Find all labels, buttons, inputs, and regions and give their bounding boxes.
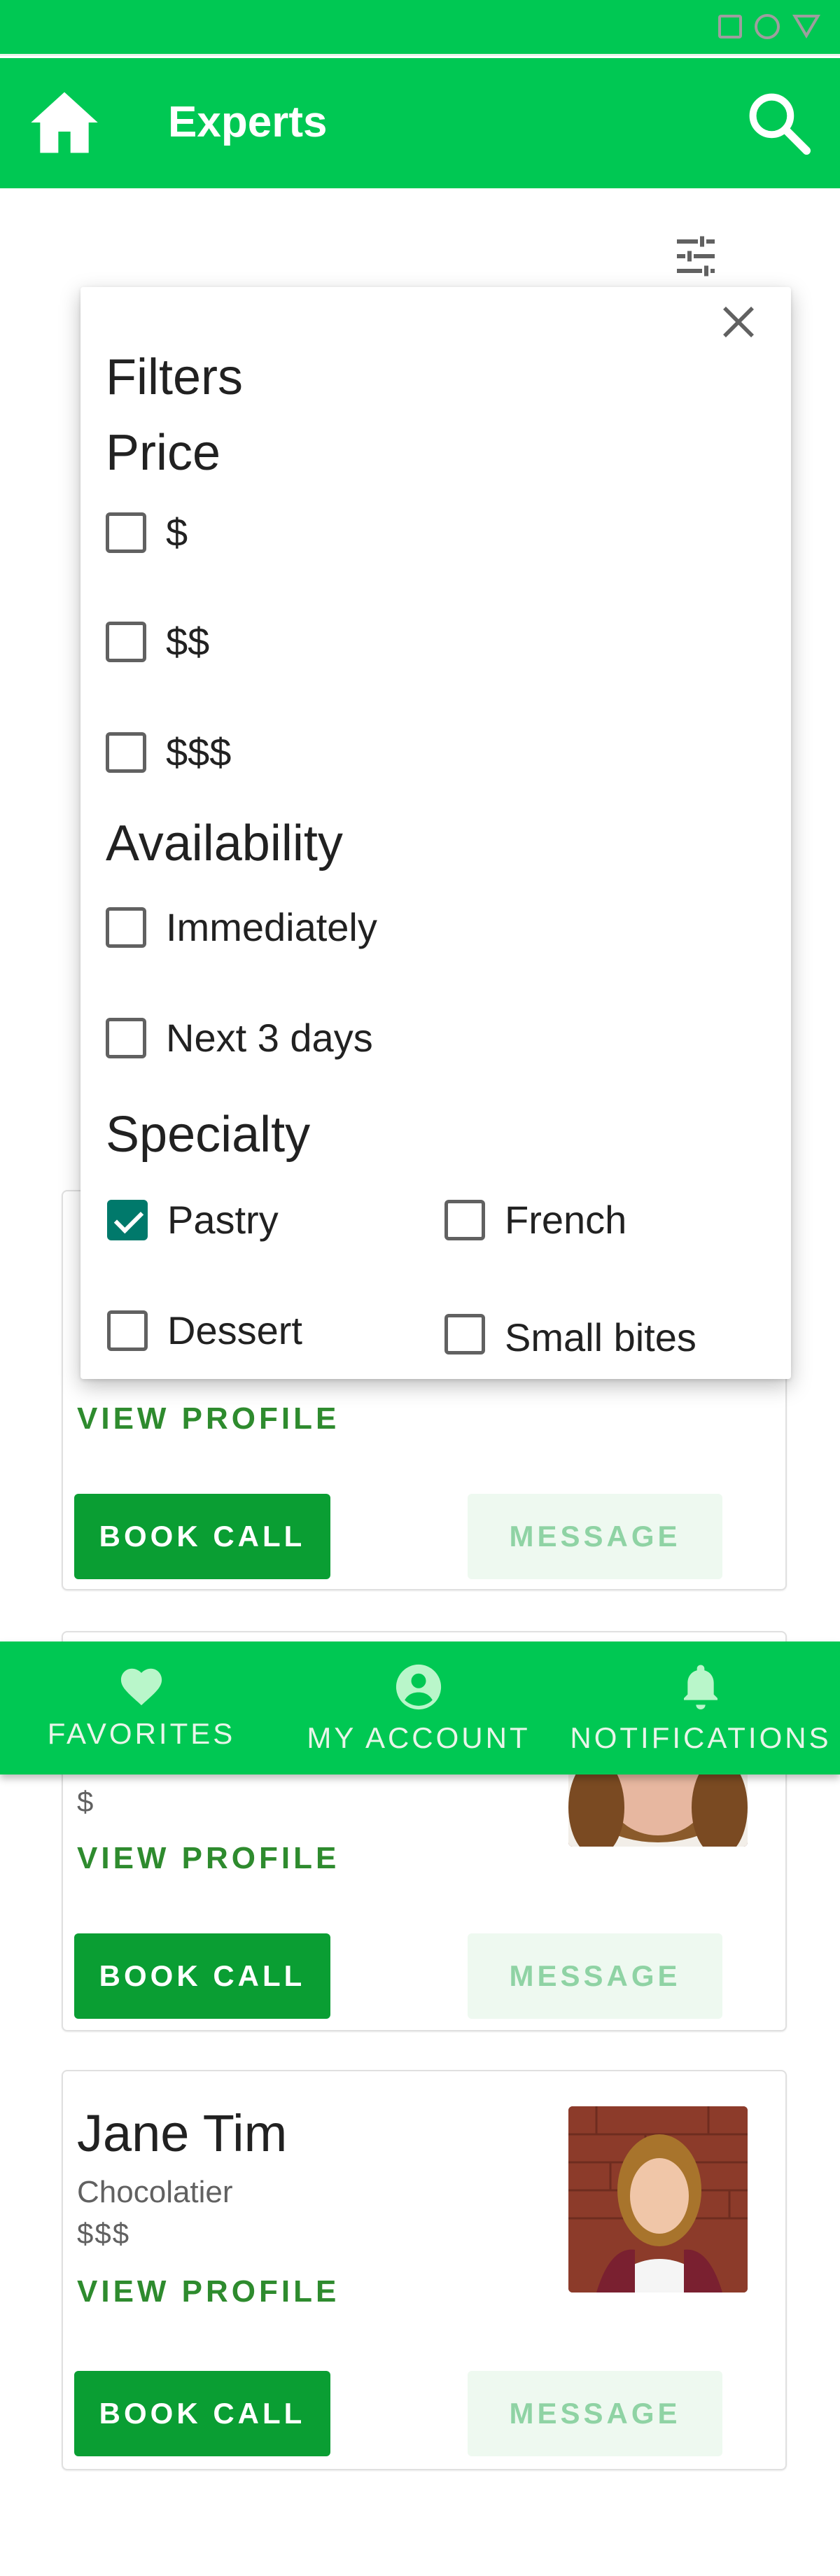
expert-card: Jane Tim Chocolatier $$$ VIEW PROFILE BO… — [62, 2070, 787, 2470]
nav-my-account[interactable]: MY ACCOUNT — [300, 1662, 538, 1755]
availability-option-next-3-days[interactable]: Next 3 days — [106, 1015, 373, 1060]
dessert-checkbox[interactable] — [107, 1310, 148, 1351]
price-level: $ — [77, 1785, 95, 1818]
specialty-option-french[interactable]: French — [444, 1197, 626, 1242]
french-checkbox[interactable] — [444, 1199, 485, 1240]
pastry-label: Pastry — [167, 1198, 279, 1242]
filters-title: Filters — [106, 349, 243, 405]
small-bites-checkbox[interactable] — [444, 1313, 485, 1354]
account-circle-icon — [396, 1664, 442, 1710]
price-1-label: $ — [166, 510, 188, 554]
expert-specialty: Chocolatier — [77, 2175, 233, 2209]
search-button[interactable] — [746, 90, 811, 155]
french-label: French — [505, 1198, 627, 1242]
book-call-button[interactable]: BOOK CALL — [74, 2371, 330, 2456]
expert-photo — [568, 1765, 748, 1847]
price-3-checkbox[interactable] — [106, 732, 146, 773]
tune-icon — [677, 236, 715, 276]
dessert-label: Dessert — [167, 1308, 302, 1352]
nav-my-account-label: MY ACCOUNT — [307, 1721, 531, 1754]
home-circle-icon — [755, 14, 780, 39]
status-bar — [0, 0, 840, 56]
availability-heading: Availability — [106, 816, 343, 872]
heart-icon — [120, 1668, 162, 1706]
expert-photo — [568, 2106, 748, 2292]
system-icons — [718, 14, 820, 39]
specialty-option-pastry[interactable]: Pastry — [107, 1197, 279, 1242]
pastry-checkbox[interactable] — [107, 1199, 148, 1240]
back-triangle-icon — [792, 15, 820, 38]
book-call-button[interactable]: BOOK CALL — [74, 1933, 330, 2019]
close-filters-button[interactable] — [718, 301, 760, 343]
price-2-checkbox[interactable] — [106, 621, 146, 662]
message-button[interactable]: MESSAGE — [468, 1933, 722, 2019]
price-3-label: $$$ — [166, 730, 232, 774]
price-option-1[interactable]: $ — [106, 510, 188, 555]
availability-option-immediately[interactable]: Immediately — [106, 904, 377, 950]
nav-favorites-label: FAVORITES — [47, 1717, 236, 1750]
specialty-option-dessert[interactable]: Dessert — [107, 1308, 302, 1353]
immediately-label: Immediately — [166, 905, 377, 949]
price-option-3[interactable]: $$$ — [106, 729, 231, 775]
page-title: Experts — [168, 98, 328, 146]
immediately-checkbox[interactable] — [106, 906, 146, 948]
book-call-button[interactable]: BOOK CALL — [74, 1494, 330, 1579]
message-button[interactable]: MESSAGE — [468, 1494, 722, 1579]
price-2-label: $$ — [166, 620, 210, 664]
home-icon — [31, 92, 98, 153]
bottom-navigation: FAVORITES MY ACCOUNT NOTIFICATIONS — [0, 1642, 840, 1774]
view-profile-link[interactable]: VIEW PROFILE — [77, 1841, 340, 1876]
filter-toggle-button[interactable] — [671, 231, 721, 281]
search-icon — [749, 93, 811, 155]
nav-favorites[interactable]: FAVORITES — [43, 1662, 239, 1751]
small-bites-label: Small bites — [505, 1315, 696, 1359]
specialty-option-small-bites[interactable]: Small bites — [444, 1308, 696, 1360]
recent-apps-icon — [718, 15, 742, 38]
bell-icon — [684, 1665, 718, 1709]
nav-notifications-label: NOTIFICATIONS — [570, 1721, 832, 1754]
price-option-2[interactable]: $$ — [106, 619, 209, 664]
close-icon — [723, 307, 754, 337]
price-level: $$$ — [77, 2217, 131, 2250]
filter-panel: Filters Price $ $$ $$$ Availability Imme… — [80, 287, 791, 1379]
next-3-days-label: Next 3 days — [166, 1016, 373, 1060]
price-1-checkbox[interactable] — [106, 512, 146, 553]
home-button[interactable] — [28, 89, 101, 156]
view-profile-link[interactable]: VIEW PROFILE — [77, 2274, 340, 2309]
next-3-days-checkbox[interactable] — [106, 1017, 146, 1058]
nav-notifications[interactable]: NOTIFICATIONS — [564, 1662, 837, 1755]
expert-name: Jane Tim — [77, 2104, 288, 2162]
message-button[interactable]: MESSAGE — [468, 2371, 722, 2456]
app-bar: Experts — [0, 58, 840, 188]
view-profile-link[interactable]: VIEW PROFILE — [77, 1401, 340, 1436]
specialty-heading: Specialty — [106, 1107, 311, 1163]
price-heading: Price — [106, 425, 221, 481]
